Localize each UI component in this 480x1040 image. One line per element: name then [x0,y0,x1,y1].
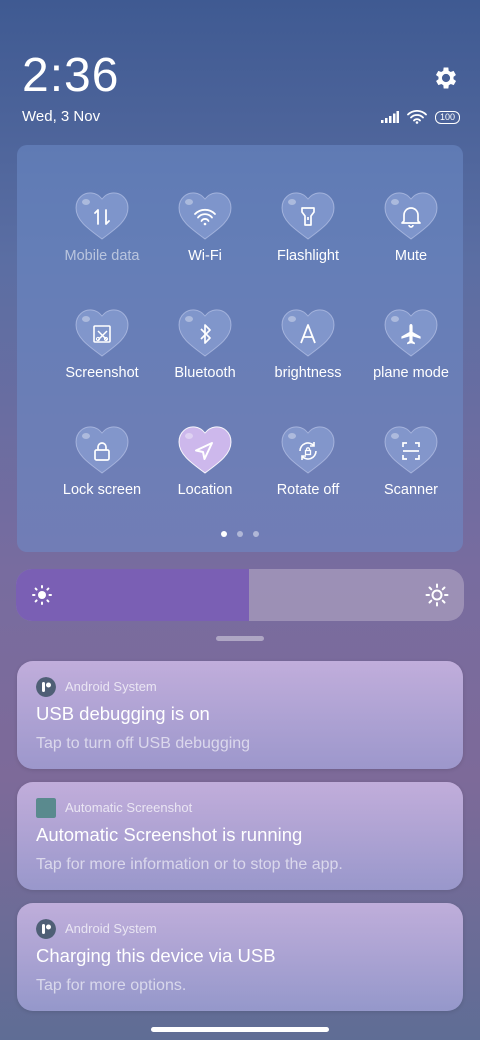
notification-usb-debugging[interactable]: Android System USB debugging is on Tap t… [17,661,463,769]
tile-label: Screenshot [65,365,139,381]
page-dot [221,531,227,537]
tile-location[interactable]: Location [155,423,255,498]
rotate-lock-icon [281,426,335,474]
tile-wi-fi[interactable]: Wi-Fi [155,189,255,264]
quick-settings-panel: Mobile data Wi-Fi Flashlight Mute Screenshot… [17,145,463,552]
tile-scanner[interactable]: Scanner [361,423,461,498]
tile-label: Mute [394,248,428,264]
tile-rotate-off[interactable]: Rotate off [258,423,358,498]
page-indicator [17,531,463,537]
tile-plane-mode[interactable]: plane mode [361,306,461,381]
notification-title: Charging this device via USB [36,945,276,966]
lock-icon [75,426,129,474]
page-dot [237,531,243,537]
date-label: Wed, 3 Nov [22,108,101,125]
brightness-low-icon [32,585,52,605]
signal-icon [380,111,399,123]
tile-label: Flashlight [276,248,340,264]
tile-screenshot[interactable]: Screenshot [52,306,152,381]
bell-icon [384,192,438,240]
wifi-icon [178,192,232,240]
notification-body: Tap for more options. [36,977,187,994]
page-dot [253,531,259,537]
flashlight-icon [281,192,335,240]
tile-label: Mobile data [64,248,140,264]
screenshot-icon [75,309,129,357]
gear-icon[interactable] [432,64,460,92]
auto-brightness-icon [281,309,335,357]
clock-time: 2:36 [22,49,120,102]
tile-label: Bluetooth [174,365,236,381]
automatic-screenshot-app-icon [36,798,56,818]
location-icon [178,426,232,474]
tile-label: brightness [274,365,342,381]
battery-indicator: 100 [434,110,460,124]
android-system-icon [36,919,56,939]
wifi-status-icon [407,110,427,124]
scanner-icon [384,426,438,474]
notification-app-name: Automatic Screenshot [65,800,193,815]
tile-flashlight[interactable]: Flashlight [258,189,358,264]
notification-app-name: Android System [65,921,157,936]
tile-label: Rotate off [276,482,340,498]
notification-body: Tap to turn off USB debugging [36,735,251,752]
notification-auto-screenshot[interactable]: Automatic Screenshot Automatic Screensho… [17,782,463,890]
tile-label: plane mode [373,365,449,381]
panel-drag-handle[interactable] [216,636,264,641]
notification-title: Automatic Screenshot is running [36,824,303,845]
tile-bluetooth[interactable]: Bluetooth [155,306,255,381]
tile-mute[interactable]: Mute [361,189,461,264]
tile-label: Lock screen [62,482,142,498]
tile-lock-screen[interactable]: Lock screen [52,423,152,498]
brightness-high-icon [425,583,449,607]
android-system-icon [36,677,56,697]
notification-body: Tap for more information or to stop the … [36,856,343,873]
notification-title: USB debugging is on [36,703,210,724]
notification-usb-charging[interactable]: Android System Charging this device via … [17,903,463,1011]
status-bar-icons: 100 [380,110,460,124]
tile-label: Wi-Fi [188,248,222,264]
tile-mobile-data[interactable]: Mobile data [52,189,152,264]
home-gesture-bar[interactable] [151,1027,329,1032]
notification-app-name: Android System [65,679,157,694]
bluetooth-icon [178,309,232,357]
tile-label: Scanner [383,482,438,498]
tile-brightness[interactable]: brightness [258,306,358,381]
brightness-slider[interactable] [16,569,464,621]
airplane-icon [384,309,438,357]
mobile-data-icon [75,192,129,240]
tile-label: Location [177,482,233,498]
